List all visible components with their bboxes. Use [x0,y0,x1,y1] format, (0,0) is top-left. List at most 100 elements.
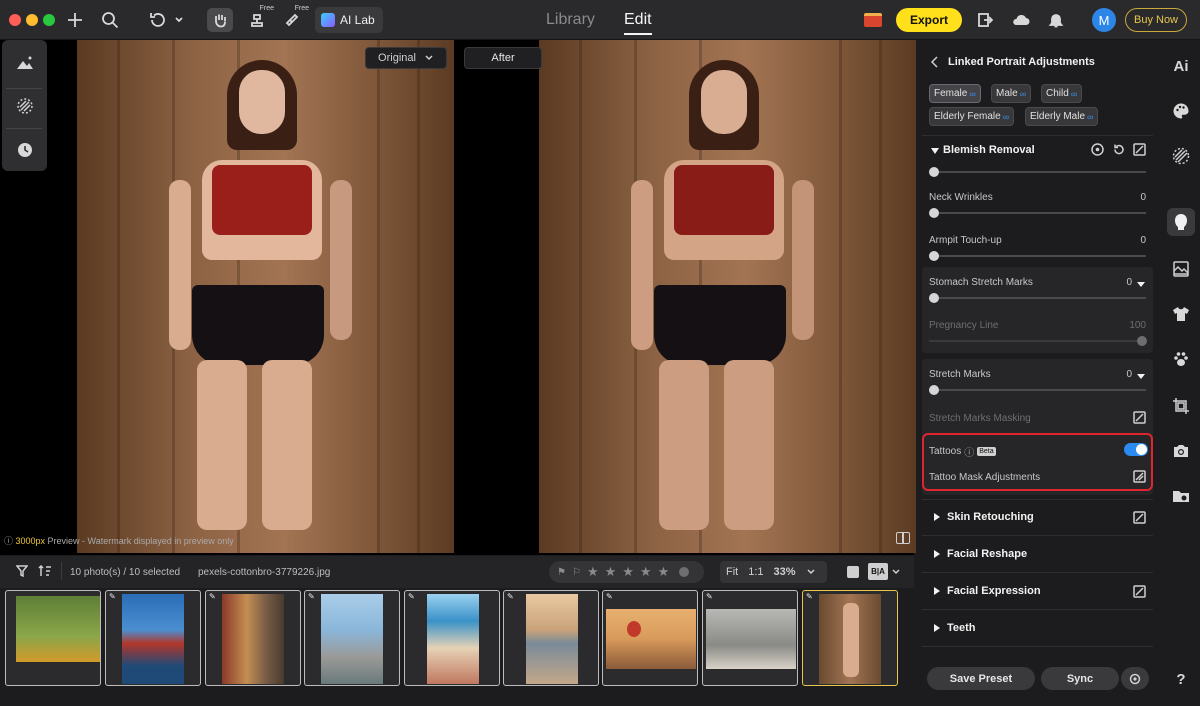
chip-female[interactable]: Female ∞ [929,84,981,103]
mask-brush-icon[interactable] [1133,470,1146,486]
buy-now-button[interactable]: Buy Now [1125,8,1187,32]
list-item[interactable] [5,590,101,686]
section-skin-retouching[interactable]: Skin Retouching [922,499,1153,535]
mask-brush-icon[interactable] [1133,411,1146,427]
star-icon[interactable]: ★ [658,564,670,580]
chip-elderly-female[interactable]: Elderly Female ∞ [929,107,1015,126]
armpit-touchup-value[interactable]: 0 [1126,235,1146,246]
landscape-grid-icon[interactable] [1170,258,1192,280]
close-window-button[interactable] [9,14,21,26]
chip-child[interactable]: Child ∞ [1041,84,1083,103]
bell-icon[interactable] [1046,8,1066,32]
gift-icon[interactable] [862,8,884,32]
share-export-icon[interactable] [975,8,995,32]
portrait-face-icon[interactable] [1170,211,1192,233]
section-blemish-removal[interactable]: Blemish Removal [943,144,1035,156]
color-label-icon[interactable] [679,567,690,577]
history-clock-icon[interactable] [14,139,36,161]
filter-icon[interactable] [15,565,29,580]
slider-knob[interactable] [929,251,939,261]
caret-down-icon[interactable] [1137,371,1145,383]
undo-history-chevron-icon[interactable] [173,8,185,32]
list-item[interactable]: ✎ [205,590,301,686]
stomach-stretch-slider[interactable] [929,293,1146,303]
mask-brush-icon[interactable] [1133,585,1146,601]
help-button[interactable]: ? [1170,668,1192,690]
chevron-down-icon[interactable] [891,567,901,580]
list-item[interactable]: ✎ [304,590,400,686]
sort-icon[interactable] [38,564,52,580]
caret-down-icon[interactable] [1137,279,1145,291]
help-circle-icon[interactable]: ⓘ [964,444,974,459]
fit-button[interactable]: Fit [726,566,738,578]
neck-wrinkles-slider[interactable] [929,208,1146,218]
reset-icon[interactable] [1112,143,1125,159]
save-preset-button[interactable]: Save Preset [927,667,1035,690]
folder-settings-icon[interactable] [1170,485,1192,507]
camera-icon[interactable] [1170,440,1192,462]
stomach-stretch-value[interactable]: 0 [1112,277,1132,288]
sync-settings-icon[interactable] [1121,667,1149,690]
crop-icon[interactable] [1170,395,1192,417]
neck-wrinkles-value[interactable]: 0 [1126,192,1146,203]
list-item[interactable]: ✎ [105,590,201,686]
flag-icon[interactable]: ⚑ [557,567,566,578]
hand-tool-icon[interactable] [207,8,233,32]
bandage-icon[interactable]: Free [283,5,309,32]
reject-flag-icon[interactable]: ⚐ [572,567,581,578]
sync-button[interactable]: Sync [1041,667,1119,690]
zoom-window-button[interactable] [43,14,55,26]
texture-icon[interactable] [1170,145,1192,167]
clone-stamp-icon[interactable]: Free [248,5,274,32]
chip-male[interactable]: Male ∞ [991,84,1032,103]
split-view-icon[interactable] [896,532,910,544]
one-to-one-button[interactable]: 1:1 [748,566,763,578]
list-item[interactable]: ✎ [702,590,798,686]
landscape-adjust-icon[interactable] [14,52,36,74]
armpit-touchup-slider[interactable] [929,251,1146,261]
section-teeth[interactable]: Teeth [922,610,1153,646]
stretch-marks-value[interactable]: 0 [1112,369,1132,380]
add-icon[interactable] [64,8,86,32]
chip-elderly-male[interactable]: Elderly Male ∞ [1025,107,1099,126]
mask-brush-icon[interactable] [1133,143,1146,159]
section-facial-reshape[interactable]: Facial Reshape [922,536,1153,572]
slider-knob[interactable] [929,293,939,303]
cloud-icon[interactable] [1010,8,1032,32]
pet-paw-icon[interactable] [1170,348,1192,370]
after-view-label[interactable]: After [464,47,542,69]
tattoos-toggle[interactable] [1124,443,1148,456]
tshirt-icon[interactable] [1170,303,1192,325]
search-icon[interactable] [99,8,121,32]
star-icon[interactable]: ★ [640,564,652,580]
list-item[interactable]: ✎ [404,590,500,686]
star-icon[interactable]: ★ [605,564,617,580]
list-item[interactable]: ✎ [802,590,898,686]
palette-icon[interactable] [1170,100,1192,122]
mask-brush-icon[interactable] [1133,511,1146,527]
stretch-marks-slider[interactable] [929,385,1146,395]
slider-knob[interactable] [929,385,939,395]
zoom-value[interactable]: 33% [774,566,796,578]
before-after-view-icon[interactable]: B|A [868,563,888,580]
eye-icon[interactable] [1091,143,1104,159]
slider-knob[interactable] [929,167,939,177]
tab-library[interactable]: Library [546,11,595,29]
star-icon[interactable]: ★ [622,564,634,580]
star-icon[interactable]: ★ [587,564,599,580]
single-view-icon[interactable] [847,566,859,578]
chevron-down-icon[interactable] [806,567,816,577]
tab-edit[interactable]: Edit [624,11,652,35]
texture-brush-icon[interactable] [14,95,36,117]
list-item[interactable]: ✎ [602,590,698,686]
slider-knob[interactable] [929,208,939,218]
ai-tools-icon[interactable]: Ai [1170,55,1192,77]
avatar[interactable]: M [1092,8,1116,32]
section-facial-expression[interactable]: Facial Expression [922,573,1153,609]
list-item[interactable]: ✎ [503,590,599,686]
back-chevron-icon[interactable] [930,56,940,71]
caret-down-icon[interactable] [931,146,939,158]
export-button[interactable]: Export [896,8,962,32]
ai-lab-button[interactable]: AI Lab [315,7,383,33]
minimize-window-button[interactable] [26,14,38,26]
